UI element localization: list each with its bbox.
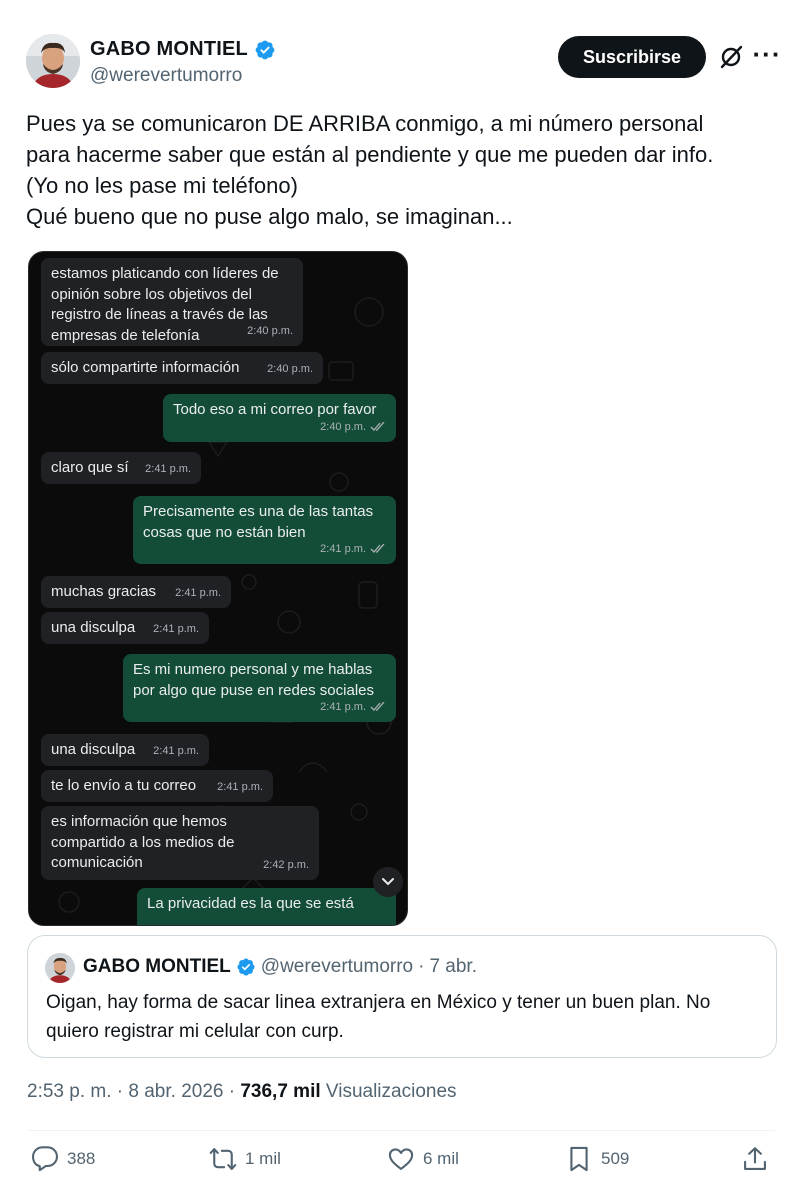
message-time: 2:40 p.m. (267, 359, 313, 380)
message-bubble-incoming: una disculpa 2:41 p.m. (41, 734, 209, 766)
message-bubble-incoming: muchas gracias 2:41 p.m. (41, 576, 231, 608)
message-text: Precisamente es una de las tantas (143, 503, 374, 520)
message-time: 2:40 p.m. (320, 417, 386, 438)
message-timestamp: 2:40 p.m. (320, 420, 366, 433)
bookmark-icon (570, 1146, 588, 1172)
message-bubble-incoming: te lo envío a tu correo 2:41 p.m. (41, 770, 273, 802)
quoted-header: GABO MONTIEL @werevertumorro · 7 abr. (83, 956, 477, 978)
message-timestamp: 2:40 p.m. (267, 362, 313, 375)
more-icon[interactable]: ··· (752, 41, 782, 72)
message-timestamp: 2:41 p.m. (153, 622, 199, 635)
author-handle[interactable]: @werevertumorro (90, 65, 276, 87)
message-time: 2:41 p.m. (145, 459, 191, 480)
message-time: 2:40 p.m. (247, 321, 293, 342)
read-receipt-icon (370, 421, 385, 431)
like-count: 6 mil (423, 1149, 459, 1168)
chat-screenshot-image[interactable]: estamos platicando con líderes de opinió… (28, 251, 408, 926)
tweet-text: Pues ya se comunicaron DE ARRIBA conmigo… (26, 108, 786, 232)
quoted-avatar-image (45, 953, 75, 983)
reply-icon (31, 1146, 59, 1172)
message-time: 2:41 p.m. (320, 697, 386, 718)
message-time: 2:41 p.m. (153, 619, 199, 640)
reply-button[interactable]: 388 (31, 1145, 95, 1173)
quoted-avatar[interactable] (45, 953, 75, 983)
quoted-text: Oigan, hay forma de sacar linea extranje… (46, 988, 766, 1046)
message-timestamp: 2:41 p.m. (175, 586, 221, 599)
repost-icon (209, 1148, 237, 1170)
verified-badge-icon (237, 958, 255, 976)
message-bubble-incoming: es información que hemos compartido a lo… (41, 806, 319, 880)
quoted-line: Oigan, hay forma de sacar linea extranje… (46, 992, 711, 1013)
tweet-line: para hacerme saber que están al pendient… (26, 142, 714, 167)
message-bubble-outgoing: Es mi numero personal y me hablas por al… (123, 654, 396, 722)
message-bubble-outgoing: La privacidad es la que se está (137, 888, 396, 925)
message-time: 2:41 p.m. (320, 539, 386, 560)
message-timestamp: 2:40 p.m. (247, 324, 293, 337)
divider (27, 1130, 775, 1131)
message-timestamp: 2:41 p.m. (145, 462, 191, 475)
author-name[interactable]: GABO MONTIEL (90, 38, 248, 61)
message-timestamp: 2:41 p.m. (320, 700, 366, 713)
read-receipt-icon (370, 701, 385, 711)
action-bar: 388 1 mil 6 mil 509 (27, 1145, 775, 1181)
message-time: 2:41 p.m. (217, 777, 263, 798)
tweet-timestamp: 2:53 p. m. · 8 abr. 2026 · 736,7 mil Vis… (27, 1081, 457, 1103)
quoted-author-name: GABO MONTIEL (83, 956, 231, 977)
grok-icon[interactable] (718, 44, 744, 70)
message-timestamp: 2:42 p.m. (263, 858, 309, 871)
like-button[interactable]: 6 mil (387, 1145, 459, 1173)
share-button[interactable] (741, 1145, 769, 1173)
message-bubble-incoming: estamos platicando con líderes de opinió… (41, 258, 303, 346)
message-bubble-incoming: claro que sí 2:41 p.m. (41, 452, 201, 484)
repost-count: 1 mil (245, 1149, 281, 1168)
repost-button[interactable]: 1 mil (209, 1145, 281, 1173)
share-icon (744, 1147, 766, 1170)
tweet-line: (Yo no les pase mi teléfono) (26, 173, 298, 198)
scroll-down-button[interactable] (373, 867, 403, 897)
tweet-line: Pues ya se comunicaron DE ARRIBA conmigo… (26, 111, 704, 136)
message-timestamp: 2:41 p.m. (320, 542, 366, 555)
quoted-date: 7 abr. (429, 956, 477, 977)
message-bubble-outgoing: Precisamente es una de las tantas cosas … (133, 496, 396, 564)
message-time: 2:41 p.m. (175, 583, 221, 604)
message-bubble-incoming: sólo compartirte información 2:40 p.m. (41, 352, 323, 384)
tweet-line: Qué bueno que no puse algo malo, se imag… (26, 204, 513, 229)
message-time: 2:42 p.m. (263, 855, 309, 876)
quoted-line: quiero registrar mi celular con curp. (46, 1021, 344, 1042)
message-text: compartido a los medios de (51, 833, 235, 851)
message-bubble-outgoing: Todo eso a mi correo por favor 2:40 p.m. (163, 394, 396, 442)
message-text: Es mi numero personal y me hablas (133, 661, 373, 678)
chevron-down-icon (382, 878, 394, 886)
author-block: GABO MONTIEL @werevertumorro (90, 38, 276, 87)
tweet-header: GABO MONTIEL @werevertumorro Suscribirse… (26, 34, 786, 90)
quoted-tweet[interactable]: GABO MONTIEL @werevertumorro · 7 abr. Oi… (27, 935, 777, 1058)
name-row: GABO MONTIEL (90, 38, 276, 61)
views-label: Visualizaciones (320, 1081, 457, 1102)
message-timestamp: 2:41 p.m. (217, 780, 263, 793)
avatar[interactable] (26, 34, 80, 88)
message-bubble-incoming: una disculpa 2:41 p.m. (41, 612, 209, 644)
message-time: 2:41 p.m. (153, 741, 199, 762)
message-text: estamos platicando con líderes de (51, 265, 279, 282)
verified-badge-icon (255, 40, 275, 59)
bookmark-button[interactable]: 509 (565, 1145, 629, 1173)
message-timestamp: 2:41 p.m. (153, 744, 199, 757)
message-text: opinión sobre los objetivos del (51, 285, 252, 303)
time-date-link[interactable]: 2:53 p. m. · 8 abr. 2026 · (27, 1081, 240, 1102)
message-text: es información que hemos (51, 813, 227, 830)
message-text: La privacidad es la que se está (147, 895, 354, 912)
bookmark-count: 509 (601, 1149, 630, 1168)
avatar-image (26, 34, 80, 88)
separator-dot: · (418, 956, 425, 977)
heart-icon (388, 1148, 414, 1170)
views-count: 736,7 mil (240, 1081, 321, 1102)
subscribe-button[interactable]: Suscribirse (558, 36, 706, 78)
quoted-author-handle: @werevertumorro (260, 956, 414, 977)
reply-count: 388 (67, 1149, 96, 1168)
read-receipt-icon (370, 543, 385, 553)
